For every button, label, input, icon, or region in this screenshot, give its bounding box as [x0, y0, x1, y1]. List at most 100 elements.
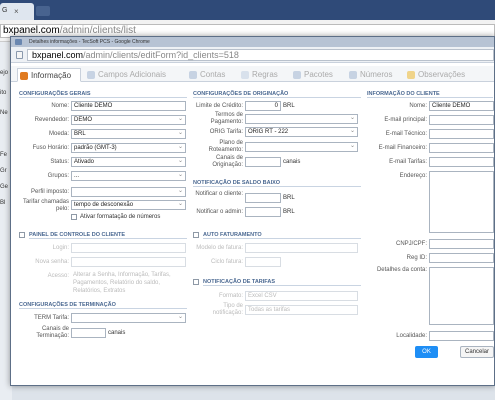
popup-title: Detalhes informações - TecSoft PCS - Goo… — [29, 39, 150, 45]
background-url-path: /admin/clients/list — [59, 25, 136, 36]
address-label: Endereço: — [399, 173, 427, 179]
section-general-header: CONFIGURAÇÕES GERAIS — [19, 91, 187, 98]
credit-limit-input[interactable]: 0 — [245, 101, 281, 111]
origination-channels-unit: canais — [283, 159, 301, 165]
rate-notification-checkbox[interactable] — [193, 279, 199, 285]
status-label: Status: — [50, 159, 69, 165]
address-textarea[interactable] — [429, 171, 494, 233]
package-icon — [293, 71, 301, 79]
tab-label: Regras — [252, 70, 278, 79]
email-tech-input[interactable] — [429, 129, 494, 139]
format-select[interactable]: Excel CSV — [245, 291, 358, 301]
name-input[interactable]: Cliente DEMO — [71, 101, 186, 111]
background-fragment: Bl — [0, 200, 6, 206]
notify-client-input[interactable] — [245, 193, 281, 203]
tab-numeros[interactable]: Números — [347, 68, 407, 82]
payment-terms-label: Termos de Pagamento: — [210, 112, 243, 125]
email-finance-input[interactable] — [429, 143, 494, 153]
tab-label: Pacotes — [304, 70, 333, 79]
status-select[interactable]: Ativado — [71, 157, 186, 167]
payment-terms-select[interactable] — [245, 114, 358, 124]
tab-pacotes[interactable]: Pacotes — [291, 68, 346, 82]
login-input[interactable] — [71, 243, 186, 253]
tab-bar: Informação Campos Adicionais Contas Regr… — [11, 66, 494, 82]
tab-contas[interactable]: Contas — [187, 68, 237, 82]
email-rates-label: E-mail Tarifas: — [389, 159, 427, 165]
popup-url-field[interactable]: bxpanel.com/admin/clients/editForm?id_cl… — [27, 49, 494, 61]
routing-plan-select[interactable] — [245, 142, 358, 152]
groups-label: Grupos: — [47, 173, 69, 179]
tab-campos-adicionais[interactable]: Campos Adicionais — [85, 68, 185, 82]
name-label: Nome: — [51, 103, 69, 109]
cnpj-label: CNPJ/CPF: — [395, 241, 427, 247]
popup-url-host: bxpanel.com — [32, 50, 84, 60]
background-tab[interactable]: G × — [0, 3, 34, 20]
cancel-button[interactable]: Cancelar — [460, 346, 494, 358]
section-client-info-header: INFORMAÇÃO DO CLIENTE — [367, 91, 493, 98]
popup-window: Detalhes informações - TecSoft PCS - Goo… — [10, 36, 495, 386]
groups-select[interactable]: ... — [71, 171, 186, 181]
credit-limit-unit: BRL — [283, 103, 295, 109]
reseller-label: Revendedor: — [34, 117, 69, 123]
locality-input[interactable] — [429, 331, 494, 341]
reg-id-label: Reg ID: — [406, 255, 427, 261]
list-icon — [87, 71, 95, 79]
background-fragment: Ne — [0, 110, 8, 116]
notify-admin-input[interactable] — [245, 207, 281, 217]
email-main-input[interactable] — [429, 115, 494, 125]
call-rate-select[interactable]: tempo de desconexão — [71, 200, 186, 210]
email-finance-label: E-mail Financeiro: — [378, 145, 427, 151]
section-rate-notification-header: NOTIFICAÇÃO DE TARIFAS — [203, 279, 361, 286]
tab-regras[interactable]: Regras — [239, 68, 289, 82]
ok-button[interactable]: OK — [415, 346, 438, 358]
section-termination-header: CONFIGURAÇÕES DE TERMINAÇÃO — [19, 302, 187, 309]
tab-observacoes[interactable]: Observações — [405, 68, 485, 82]
tab-informacao[interactable]: Informação — [17, 68, 81, 82]
currency-label: Moeda: — [48, 131, 69, 137]
email-tech-label: E-mail Técnico: — [385, 131, 427, 137]
new-password-input[interactable] — [71, 257, 186, 267]
currency-select[interactable]: BRL — [71, 129, 186, 139]
numbers-icon — [349, 71, 357, 79]
termination-channels-input[interactable] — [71, 328, 106, 338]
access-list[interactable]: Alterar a Senha, Informação, Tarifas, Pa… — [73, 271, 186, 295]
orig-rate-select[interactable]: ORIG RT - 222 — [245, 127, 358, 137]
cnpj-input[interactable] — [429, 239, 494, 249]
reg-id-input[interactable] — [429, 253, 494, 263]
background-tab-title: G — [2, 7, 8, 14]
tab-label: Campos Adicionais — [98, 70, 167, 79]
tax-profile-label: Perfil imposto: — [30, 189, 69, 195]
reseller-select[interactable]: DEMO — [71, 115, 186, 125]
term-rate-select[interactable] — [71, 313, 186, 323]
background-tab-bar: G × — [0, 0, 495, 20]
new-tab-button[interactable] — [36, 6, 50, 16]
timezone-select[interactable]: padrão (GMT-3) — [71, 143, 186, 153]
accounts-icon — [189, 71, 197, 79]
number-format-label: Ativar formatação de números — [80, 214, 161, 220]
page-icon — [16, 51, 23, 59]
user-icon — [20, 72, 28, 80]
rules-icon — [241, 71, 249, 79]
orig-rate-label: ORIG Tarifa: — [209, 129, 243, 135]
number-format-checkbox[interactable] — [71, 214, 77, 220]
tax-profile-select[interactable] — [71, 187, 186, 197]
client-panel-checkbox[interactable] — [19, 232, 25, 238]
account-details-label: Detalhes da conta: — [376, 267, 427, 273]
invoice-period-input[interactable] — [245, 257, 281, 267]
close-icon[interactable]: × — [14, 7, 19, 16]
origination-channels-input[interactable] — [245, 157, 281, 167]
background-fragment: Fe — [0, 152, 8, 158]
account-details-textarea[interactable] — [429, 267, 494, 325]
login-label: Login: — [52, 245, 69, 251]
client-name-input[interactable]: Cliente DEMO — [429, 101, 494, 111]
termination-channels-label: Canais de Terminação: — [36, 326, 69, 339]
termination-channels-unit: canais — [108, 330, 126, 336]
tab-label: Contas — [200, 70, 226, 79]
email-main-label: E-mail principal: — [384, 117, 427, 123]
invoice-model-select[interactable] — [245, 243, 358, 253]
access-label: Acesso: — [47, 273, 69, 279]
email-rates-input[interactable] — [429, 157, 494, 167]
notification-type-select[interactable]: Todas as tarifas — [245, 305, 358, 315]
call-rate-label: Tarifar chamadas pelo: — [22, 199, 69, 212]
auto-billing-checkbox[interactable] — [193, 232, 199, 238]
